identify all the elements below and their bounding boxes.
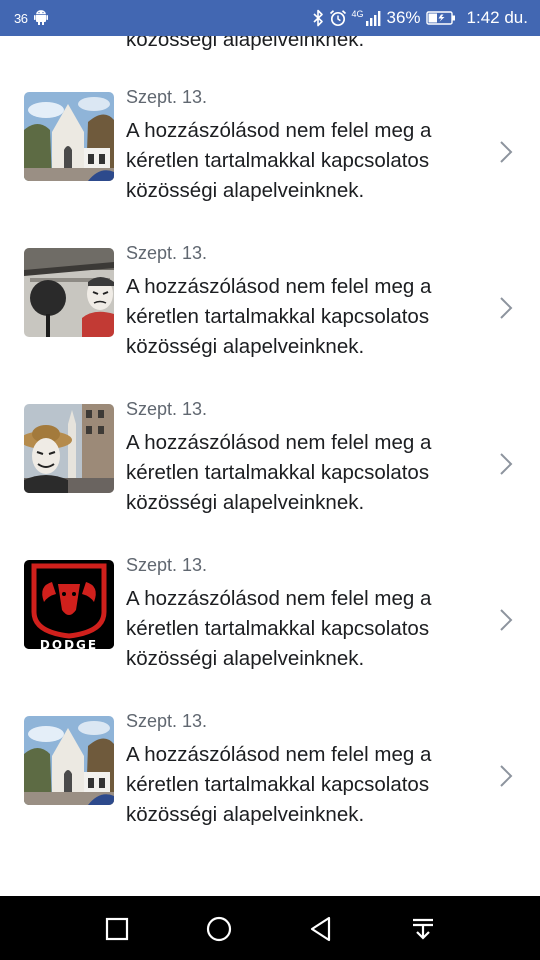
battery-percent: 36% <box>386 8 421 27</box>
notification-message: A hozzászólásod nem felel meg a kéretlen… <box>126 587 432 670</box>
chevron-right-icon <box>498 296 514 320</box>
android-icon <box>34 9 49 28</box>
notification-date: Szept. 13. <box>126 399 208 419</box>
notification-list: közösségi alapelveinknek. Szept. 13. A h… <box>0 36 540 896</box>
chevron-right-icon <box>498 140 514 164</box>
network-type-label: 4G <box>351 9 364 19</box>
status-bar-left: 36 <box>14 0 49 36</box>
notification-message: A hozzászólásod nem felel meg a kéretlen… <box>126 743 432 826</box>
alarm-icon <box>329 9 347 27</box>
notification-date: Szept. 13. <box>126 555 208 575</box>
notification-item[interactable]: Szept. 13. A hozzászólásod nem felel meg… <box>0 243 540 398</box>
notification-item[interactable]: Szept. 13. A hozzászólásod nem felel meg… <box>0 711 540 866</box>
notification-date: Szept. 13. <box>126 711 208 731</box>
battery-charging-icon <box>425 10 456 26</box>
dodge-logo-thumbnail: DODGE <box>24 560 114 649</box>
notification-date: Szept. 13. <box>126 243 208 263</box>
chevron-right-icon <box>498 764 514 788</box>
building-photo-thumbnail <box>24 716 114 805</box>
mask-selfie-photo-thumbnail <box>24 248 114 337</box>
partial-item-message: közösségi alapelveinknek. <box>126 36 365 51</box>
notification-item[interactable]: Szept. 13. A hozzászólásod nem felel meg… <box>0 87 540 242</box>
navigation-bar <box>0 896 540 960</box>
signal-strength-icon <box>365 10 382 26</box>
chevron-right-icon <box>498 608 514 632</box>
notification-pull-down-icon[interactable] <box>408 914 438 944</box>
back-triangle-icon[interactable] <box>306 914 336 944</box>
status-bar: 36 4G 36% 1:42 du. <box>0 0 540 36</box>
notification-item[interactable]: DODGE Szept. 13. A hozzászólásod nem fel… <box>0 555 540 710</box>
notification-message: A hozzászólásod nem felel meg a kéretlen… <box>126 275 432 358</box>
recents-square-icon[interactable] <box>102 914 132 944</box>
clock-time: 1:42 du. <box>466 8 528 27</box>
notification-message: A hozzászólásod nem felel meg a kéretlen… <box>126 431 432 514</box>
building-photo-thumbnail <box>24 92 114 181</box>
home-circle-icon[interactable] <box>204 914 234 944</box>
notification-date: Szept. 13. <box>126 87 208 107</box>
chevron-right-icon <box>498 452 514 476</box>
bluetooth-icon <box>312 9 324 27</box>
status-bar-right: 4G 36% 1:42 du. <box>312 0 528 36</box>
dodge-logo-text: DODGE <box>40 638 98 649</box>
notification-count: 36 <box>14 10 28 26</box>
mask-street-photo-thumbnail <box>24 404 114 493</box>
notification-message: A hozzászólásod nem felel meg a kéretlen… <box>126 119 432 202</box>
notification-item[interactable]: Szept. 13. A hozzászólásod nem felel meg… <box>0 399 540 554</box>
